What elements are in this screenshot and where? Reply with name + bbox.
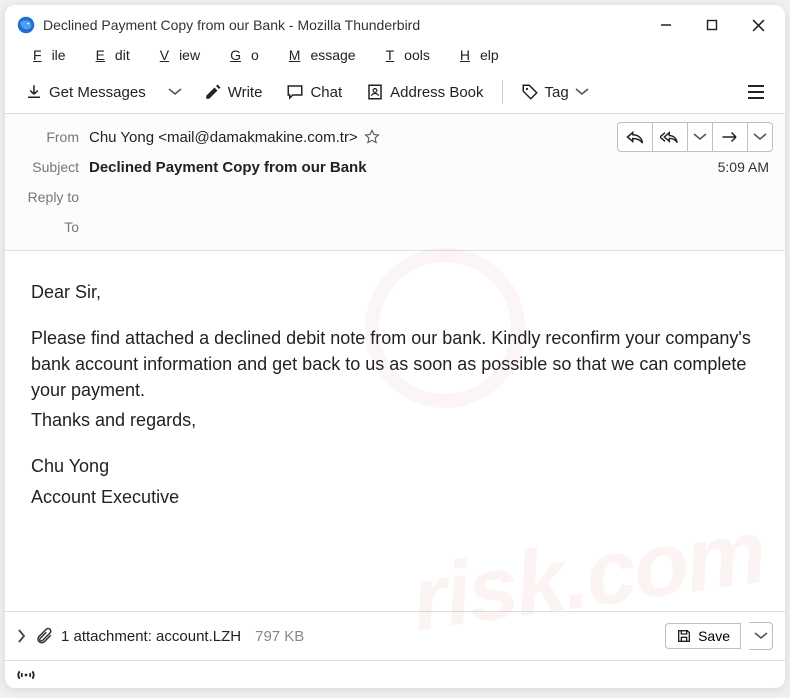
- minimize-button[interactable]: [643, 6, 689, 44]
- subject-value: Declined Payment Copy from our Bank: [89, 159, 367, 176]
- chevron-down-icon: [575, 88, 589, 96]
- menu-message[interactable]: Message: [269, 45, 366, 67]
- tag-icon: [521, 83, 539, 101]
- get-messages-button[interactable]: Get Messages: [15, 77, 156, 107]
- menu-go[interactable]: Go: [210, 45, 269, 67]
- menubar: File Edit View Go Message Tools Help: [5, 45, 785, 71]
- app-window: Declined Payment Copy from our Bank - Mo…: [5, 5, 785, 688]
- menu-edit[interactable]: Edit: [76, 45, 140, 67]
- reply-button[interactable]: [617, 122, 653, 152]
- menu-file[interactable]: File: [13, 45, 76, 67]
- maximize-button[interactable]: [689, 6, 735, 44]
- forward-button[interactable]: [712, 122, 748, 152]
- body-sig-name: Chu Yong: [31, 453, 759, 479]
- menu-help[interactable]: Help: [440, 45, 509, 67]
- message-time: 5:09 AM: [718, 159, 773, 175]
- message-body: Dear Sir, Please find attached a decline…: [5, 251, 785, 611]
- reply-icon: [626, 130, 644, 144]
- body-greeting: Dear Sir,: [31, 279, 759, 305]
- star-icon[interactable]: [364, 129, 380, 145]
- chevron-down-icon: [693, 133, 707, 141]
- toolbar: Get Messages Write Chat Address Book Tag: [5, 71, 785, 114]
- reply-all-dropdown[interactable]: [687, 122, 713, 152]
- thunderbird-icon: [17, 16, 35, 34]
- close-button[interactable]: [735, 6, 781, 44]
- chevron-down-icon: [754, 632, 768, 640]
- reply-all-button[interactable]: [652, 122, 688, 152]
- attachment-bar: 1 attachment: account.LZH 797 KB Save: [5, 611, 785, 660]
- save-attachment-button[interactable]: Save: [665, 623, 741, 649]
- save-attachment-dropdown[interactable]: [749, 622, 773, 650]
- titlebar[interactable]: Declined Payment Copy from our Bank - Mo…: [5, 5, 785, 45]
- reply-all-icon: [660, 130, 680, 144]
- get-messages-dropdown[interactable]: [160, 82, 190, 102]
- message-headers: From Chu Yong <mail@damakmakine.com.tr> …: [5, 114, 785, 251]
- chevron-down-icon: [168, 88, 182, 96]
- to-label: To: [17, 219, 89, 235]
- separator: [502, 80, 503, 104]
- window-title: Declined Payment Copy from our Bank - Mo…: [43, 17, 643, 33]
- replyto-label: Reply to: [17, 189, 89, 205]
- download-icon: [25, 83, 43, 101]
- save-icon: [676, 628, 692, 644]
- chat-icon: [286, 83, 304, 101]
- more-actions-button[interactable]: [747, 122, 773, 152]
- subject-label: Subject: [17, 159, 89, 175]
- menu-tools[interactable]: Tools: [366, 45, 440, 67]
- app-menu-button[interactable]: [737, 78, 775, 106]
- attachment-label[interactable]: 1 attachment: account.LZH: [61, 628, 241, 645]
- paperclip-icon: [35, 627, 53, 645]
- address-book-icon: [366, 83, 384, 101]
- chevron-down-icon: [753, 133, 767, 141]
- address-book-button[interactable]: Address Book: [356, 77, 493, 107]
- pencil-icon: [204, 83, 222, 101]
- statusbar: [5, 660, 785, 688]
- signal-icon[interactable]: [17, 668, 35, 682]
- write-button[interactable]: Write: [194, 77, 273, 107]
- from-value[interactable]: Chu Yong <mail@damakmakine.com.tr>: [89, 129, 358, 146]
- menu-view[interactable]: View: [140, 45, 210, 67]
- forward-icon: [721, 130, 739, 144]
- body-sig-title: Account Executive: [31, 484, 759, 510]
- body-regards: Thanks and regards,: [31, 407, 759, 433]
- tag-button[interactable]: Tag: [511, 77, 599, 107]
- hamburger-icon: [747, 84, 765, 100]
- attachment-size: 797 KB: [255, 628, 304, 645]
- body-paragraph: Please find attached a declined debit no…: [31, 325, 759, 403]
- chat-button[interactable]: Chat: [276, 77, 352, 107]
- chevron-right-icon[interactable]: [17, 629, 27, 643]
- from-label: From: [17, 129, 89, 145]
